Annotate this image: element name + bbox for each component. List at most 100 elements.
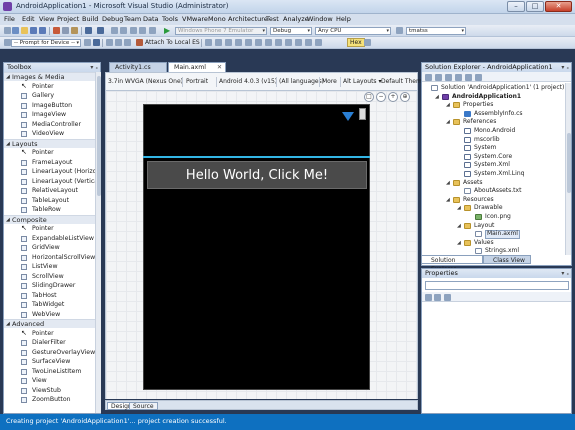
copy-icon[interactable] bbox=[62, 27, 69, 34]
cut-icon[interactable] bbox=[53, 27, 60, 34]
menu-debug[interactable]: Debug bbox=[102, 15, 123, 23]
toolbox-item[interactable]: TwoLineListItem bbox=[4, 367, 95, 377]
menu-team[interactable]: Team bbox=[124, 15, 141, 23]
uncomment-icon[interactable] bbox=[139, 27, 146, 34]
hex-toggle[interactable]: Hex bbox=[347, 38, 365, 47]
platform-combo[interactable]: Any CPU ▾ bbox=[315, 27, 391, 35]
solution-tree-item[interactable]: AboutAssets.txt bbox=[458, 187, 562, 196]
more-button[interactable]: More bbox=[322, 78, 337, 85]
categorized-icon[interactable] bbox=[425, 294, 432, 301]
menu-test[interactable]: Test bbox=[266, 15, 279, 23]
toolbox-item[interactable]: TableRow bbox=[4, 205, 95, 215]
menu-build[interactable]: Build bbox=[82, 15, 98, 23]
toolbox-item[interactable]: ImageView bbox=[4, 110, 95, 120]
solution-tree-item[interactable]: System.Xml.Linq bbox=[458, 170, 562, 179]
toolbox-item[interactable]: LinearLayout (Vertical) bbox=[4, 177, 95, 187]
breakpoint-icon[interactable] bbox=[205, 39, 212, 46]
undo-icon[interactable] bbox=[85, 27, 92, 34]
properties-icon[interactable] bbox=[425, 74, 432, 81]
comment-icon[interactable] bbox=[130, 27, 137, 34]
alphabetical-icon[interactable] bbox=[434, 294, 441, 301]
solution-tree-item[interactable]: ◢ Drawable bbox=[457, 204, 562, 213]
output-icon[interactable] bbox=[275, 39, 282, 46]
toolbox-item[interactable]: Gallery bbox=[4, 91, 95, 101]
menu-view[interactable]: View bbox=[39, 15, 54, 23]
menu-vmware[interactable]: VMware bbox=[182, 15, 208, 23]
solution-tree-item[interactable]: System.Xml bbox=[458, 161, 562, 170]
solution-tree-item[interactable]: AssemblyInfo.cs bbox=[458, 110, 562, 119]
show-all-files-icon[interactable] bbox=[435, 74, 442, 81]
toolbox-item[interactable]: HorizontalScrollView bbox=[4, 253, 95, 263]
watch-icon[interactable] bbox=[225, 39, 232, 46]
zoom-fit-icon[interactable]: □ bbox=[364, 92, 374, 102]
toolbox-item[interactable]: SlidingDrawer bbox=[4, 281, 95, 291]
tab-main-axml[interactable]: Main.axml ✕ bbox=[168, 62, 226, 72]
toolbox-item[interactable]: ExpandableListView bbox=[4, 234, 95, 244]
expander-icon[interactable]: ◢ bbox=[446, 118, 450, 127]
menu-edit[interactable]: Edit bbox=[22, 15, 35, 23]
expander-icon[interactable]: ◢ bbox=[457, 239, 461, 248]
orientation-selector[interactable]: Portrait bbox=[186, 78, 208, 85]
registers-icon[interactable] bbox=[295, 39, 302, 46]
refresh-icon[interactable] bbox=[445, 74, 452, 81]
expander-icon[interactable]: ◢ bbox=[446, 179, 450, 188]
toolbox-item[interactable]: ↖ Pointer bbox=[4, 224, 95, 234]
locals-icon[interactable] bbox=[215, 39, 222, 46]
toolbox-item[interactable]: GridView bbox=[4, 243, 95, 253]
solution-explorer-pin-buttons[interactable]: ▾ ₓ bbox=[561, 63, 569, 72]
new-project-icon[interactable] bbox=[12, 27, 19, 34]
toolbox-item[interactable]: WebView bbox=[4, 310, 95, 320]
solution-tree-item[interactable]: ◢ Assets bbox=[446, 179, 562, 188]
toolbox-item[interactable]: View bbox=[4, 376, 95, 386]
toolbox-category[interactable]: Composite bbox=[4, 214, 95, 225]
menu-mono[interactable]: Mono bbox=[208, 15, 226, 23]
solution-tree-item[interactable]: ◢ Properties bbox=[446, 101, 562, 110]
step-out-icon[interactable] bbox=[124, 39, 131, 46]
emulator-combo[interactable]: Windows Phone 7 Emulator ▾ bbox=[175, 27, 267, 35]
expander-icon[interactable]: ◢ bbox=[446, 101, 450, 110]
toolbox-item[interactable]: TableLayout bbox=[4, 196, 95, 206]
solution-tree-item[interactable]: ◢ Values bbox=[457, 239, 562, 248]
scrollbar-thumb[interactable] bbox=[567, 133, 571, 193]
expander-icon[interactable]: ◢ bbox=[457, 222, 461, 231]
toolbox-item[interactable]: ImageButton bbox=[4, 101, 95, 111]
toolbox-scrollbar[interactable] bbox=[95, 72, 101, 413]
navigate-back-icon[interactable] bbox=[111, 27, 118, 34]
toolbox-item[interactable]: ↖ Pointer bbox=[4, 82, 95, 92]
search-combo[interactable]: tmatss ▾ bbox=[406, 27, 466, 35]
class-diagram-icon[interactable] bbox=[475, 74, 482, 81]
bookmark-icon[interactable] bbox=[149, 27, 156, 34]
toolbox-item[interactable]: FrameLayout bbox=[4, 158, 95, 168]
open-icon[interactable] bbox=[21, 27, 28, 34]
toolbox-item[interactable]: DialerFilter bbox=[4, 338, 95, 348]
solution-tree-item[interactable]: System bbox=[458, 144, 562, 153]
solution-tree-item[interactable]: System.Core bbox=[458, 153, 562, 162]
save-icon[interactable] bbox=[30, 27, 37, 34]
menu-data[interactable]: Data bbox=[143, 15, 159, 23]
view-designer-icon[interactable] bbox=[465, 74, 472, 81]
expander-icon[interactable]: ◢ bbox=[435, 93, 439, 102]
menu-tools[interactable]: Tools bbox=[162, 15, 178, 23]
paste-icon[interactable] bbox=[71, 27, 78, 34]
properties-pin-buttons[interactable]: ▾ ₓ bbox=[561, 269, 569, 278]
threads-icon[interactable] bbox=[245, 39, 252, 46]
toolbox-category[interactable]: Images & Media bbox=[4, 72, 95, 82]
redo-icon[interactable] bbox=[97, 27, 104, 34]
tab-class-view[interactable]: Class View bbox=[483, 255, 531, 264]
configuration-combo[interactable]: Debug ▾ bbox=[270, 27, 312, 35]
object-selector[interactable] bbox=[425, 281, 569, 290]
view-code-icon[interactable] bbox=[455, 74, 462, 81]
toolbox-item[interactable]: VideoView bbox=[4, 129, 95, 139]
solution-tree-item[interactable]: Mono.Android bbox=[458, 127, 562, 136]
save-all-icon[interactable] bbox=[39, 27, 46, 34]
solution-tree-item[interactable]: ◢ AndroidApplication1 bbox=[435, 93, 562, 102]
call-stack-icon[interactable] bbox=[235, 39, 242, 46]
device-manager-icon[interactable] bbox=[84, 39, 91, 46]
expander-icon[interactable]: ◢ bbox=[457, 204, 461, 213]
find-in-files-icon[interactable] bbox=[396, 27, 403, 34]
toolbox-item[interactable]: ListView bbox=[4, 262, 95, 272]
step-into-icon[interactable] bbox=[115, 39, 122, 46]
solution-tree-item[interactable]: ◢ Resources bbox=[446, 196, 562, 205]
solution-explorer-scrollbar[interactable] bbox=[565, 83, 571, 255]
menu-project[interactable]: Project bbox=[57, 15, 79, 23]
